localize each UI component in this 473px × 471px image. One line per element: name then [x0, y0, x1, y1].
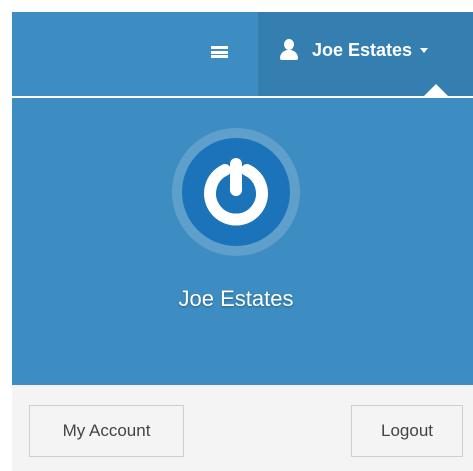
power-logo-icon — [182, 138, 290, 246]
user-name: Joe Estates — [178, 286, 294, 311]
sidebar-toggle-button[interactable] — [206, 30, 232, 74]
hamburger-menu-icon — [210, 46, 228, 58]
user-panel-footer: My Account Logout — [12, 385, 473, 471]
user-panel-header: Joe Estates — [12, 98, 473, 385]
my-account-button[interactable]: My Account — [29, 405, 184, 457]
dropdown-pointer — [423, 84, 449, 97]
user-icon — [280, 39, 298, 61]
top-navbar: Joe Estates — [12, 12, 473, 96]
navbar-user-name: Joe Estates — [312, 39, 413, 60]
avatar — [172, 128, 300, 256]
app-frame: Joe Estates Joe Estates My Account Logou… — [0, 0, 473, 471]
logout-button[interactable]: Logout — [351, 405, 463, 457]
caret-down-icon — [420, 47, 429, 53]
